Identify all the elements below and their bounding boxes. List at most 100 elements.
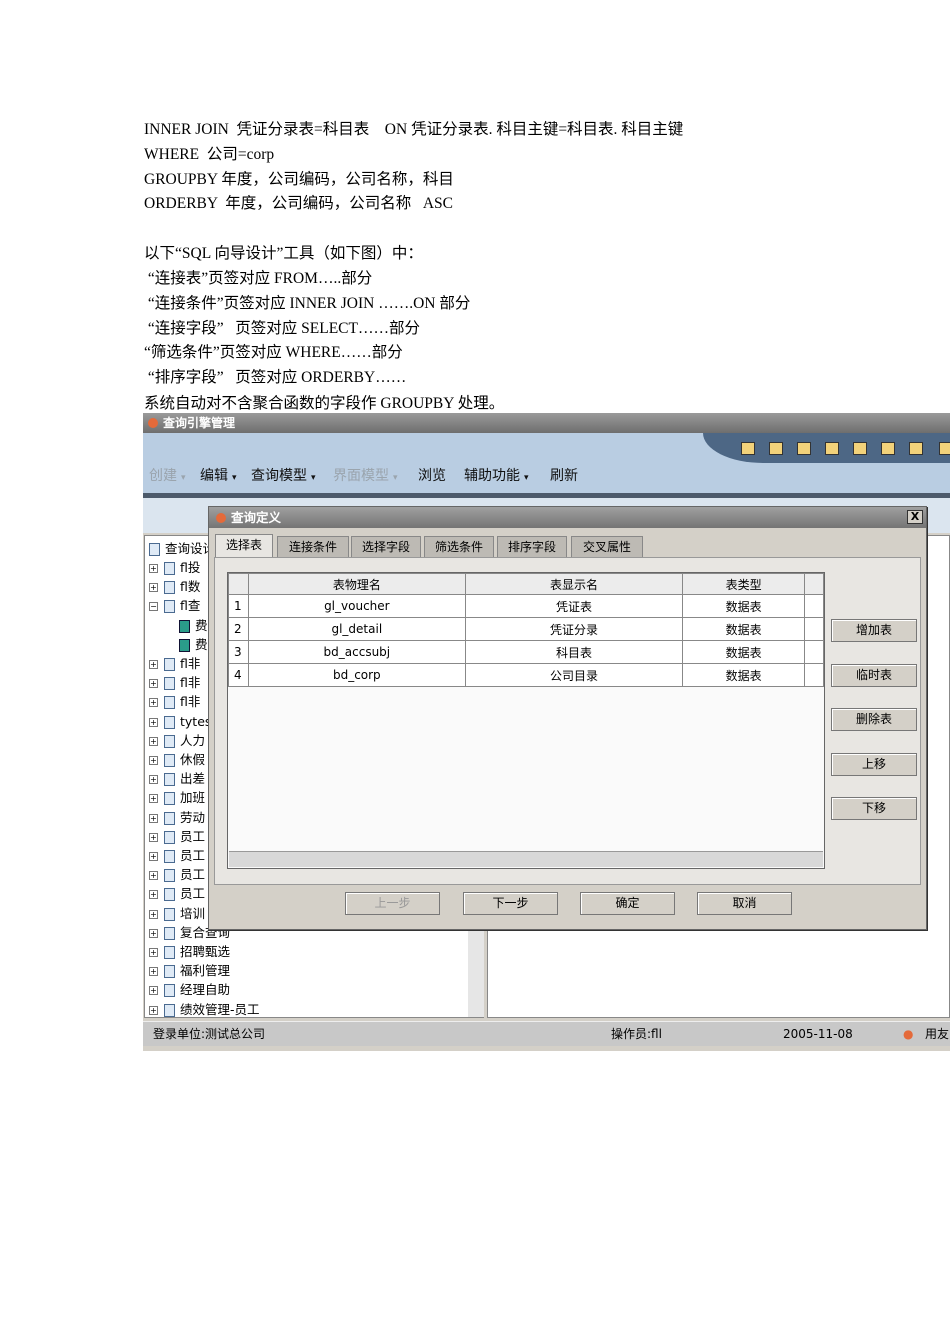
tab-4[interactable]: 排序字段: [497, 536, 567, 557]
expand-icon[interactable]: +: [149, 852, 158, 861]
close-button[interactable]: X: [907, 510, 923, 524]
expand-icon[interactable]: +: [149, 1005, 158, 1015]
expand-icon[interactable]: +: [149, 909, 158, 919]
tree-item[interactable]: + 休假: [149, 750, 205, 769]
table-cell[interactable]: 数据表: [682, 663, 806, 687]
tree-item[interactable]: + 人力: [149, 731, 205, 750]
expand-icon[interactable]: +: [149, 948, 158, 957]
tree-item[interactable]: − fl查: [149, 596, 200, 615]
table-cell[interactable]: gl_voucher: [247, 594, 466, 618]
tab-0[interactable]: 选择表: [215, 534, 273, 557]
expand-icon[interactable]: +: [149, 813, 158, 823]
table-cell[interactable]: bd_accsubj: [247, 640, 466, 664]
table-cell[interactable]: 1: [228, 594, 249, 618]
table-cell[interactable]: 4: [228, 663, 249, 687]
expand-icon[interactable]: +: [149, 583, 158, 593]
toolbar-icon[interactable]: [825, 442, 839, 455]
expand-icon[interactable]: +: [149, 928, 158, 938]
tree-item[interactable]: + 劳动: [149, 808, 205, 827]
tree-item[interactable]: + 培训: [149, 904, 205, 923]
expand-icon[interactable]: +: [149, 698, 158, 708]
tree-item[interactable]: + fl数: [149, 577, 200, 596]
table-cell[interactable]: 3: [228, 640, 249, 664]
expand-icon[interactable]: +: [149, 717, 158, 727]
toolbar-icon[interactable]: [741, 442, 755, 455]
toolbar-icon[interactable]: [939, 442, 950, 455]
tab-3[interactable]: 筛选条件: [424, 536, 494, 557]
table-cell[interactable]: 数据表: [682, 640, 806, 664]
expand-icon[interactable]: +: [149, 871, 158, 881]
tree-item[interactable]: + fl非: [149, 692, 200, 711]
toolbar-icon[interactable]: [909, 442, 923, 455]
expand-icon[interactable]: +: [149, 660, 158, 669]
column-header[interactable]: 表物理名: [247, 573, 466, 595]
menu-0[interactable]: 创建 ▾: [149, 465, 186, 485]
table-row[interactable]: 4 bd_corp 公司目录 数据表: [228, 663, 824, 687]
table-cell[interactable]: 数据表: [682, 617, 806, 641]
menu-2[interactable]: 查询模型 ▾: [251, 465, 316, 485]
table-cell[interactable]: bd_corp: [247, 663, 466, 687]
tree-item[interactable]: + 经理自助: [149, 980, 230, 999]
horizontal-scrollbar[interactable]: [229, 851, 823, 867]
tree-item[interactable]: + tytes: [149, 712, 211, 731]
tree-item[interactable]: + 加班: [149, 788, 205, 807]
tab-5[interactable]: 交叉属性: [571, 536, 643, 557]
menu-6[interactable]: 刷新: [550, 465, 578, 485]
bottom-button-2[interactable]: 确定: [580, 892, 675, 915]
expand-icon[interactable]: +: [149, 756, 158, 765]
column-header[interactable]: 表类型: [682, 573, 806, 595]
expand-icon[interactable]: +: [149, 564, 158, 573]
table-cell[interactable]: gl_detail: [247, 617, 466, 641]
menu-4[interactable]: 浏览: [418, 465, 446, 485]
tab-2[interactable]: 选择字段: [351, 536, 421, 557]
table-cell[interactable]: 2: [228, 617, 249, 641]
tree-item[interactable]: + 员工: [149, 884, 205, 903]
side-button-0[interactable]: 增加表: [831, 619, 917, 642]
expand-icon[interactable]: +: [149, 794, 158, 804]
menu-3[interactable]: 界面模型 ▾: [333, 465, 398, 485]
table-row[interactable]: 1 gl_voucher 凭证表 数据表: [228, 594, 824, 618]
table-row[interactable]: 2 gl_detail 凭证分录 数据表: [228, 617, 824, 641]
toolbar-icon[interactable]: [769, 442, 783, 455]
expand-icon[interactable]: +: [149, 775, 158, 785]
tree-item[interactable]: + 员工: [149, 846, 205, 865]
expand-icon[interactable]: +: [149, 832, 158, 842]
table-cell[interactable]: 数据表: [682, 594, 806, 618]
side-button-4[interactable]: 下移: [831, 797, 917, 820]
table-cell[interactable]: 科目表: [464, 640, 684, 664]
menu-1[interactable]: 编辑 ▾: [200, 465, 237, 485]
tree-root[interactable]: 查询设计: [149, 539, 215, 558]
table-cell[interactable]: 凭证分录: [464, 617, 684, 641]
expand-icon[interactable]: +: [149, 736, 158, 746]
expand-icon[interactable]: +: [149, 967, 158, 977]
expand-icon[interactable]: +: [149, 679, 158, 689]
tree-item[interactable]: + 出差: [149, 769, 205, 788]
tree-item[interactable]: + 员工: [149, 865, 205, 884]
side-button-2[interactable]: 删除表: [831, 708, 917, 731]
tree-item[interactable]: + 招聘甄选: [149, 942, 230, 961]
table-cell[interactable]: 凭证表: [464, 594, 684, 618]
table-row[interactable]: 3 bd_accsubj 科目表 数据表: [228, 640, 824, 664]
toolbar-icon[interactable]: [797, 442, 811, 455]
tree-item[interactable]: 费: [179, 616, 208, 635]
tree-item[interactable]: + 福利管理: [149, 961, 230, 980]
tree-item[interactable]: + 员工: [149, 827, 205, 846]
bottom-button-3[interactable]: 取消: [697, 892, 792, 915]
tree-item[interactable]: + fl非: [149, 673, 200, 692]
tree-item[interactable]: 费: [179, 635, 208, 654]
toolbar-icon[interactable]: [853, 442, 867, 455]
side-button-1[interactable]: 临时表: [831, 663, 917, 687]
side-button-3[interactable]: 上移: [831, 752, 917, 776]
tree-item[interactable]: + fl非: [149, 654, 200, 673]
expand-icon[interactable]: +: [149, 986, 158, 996]
toolbar-icon[interactable]: [881, 442, 895, 455]
tab-1[interactable]: 连接条件: [277, 536, 349, 557]
menu-5[interactable]: 辅助功能 ▾: [464, 465, 529, 485]
expand-icon[interactable]: +: [149, 890, 158, 900]
bottom-button-1[interactable]: 下一步: [463, 892, 558, 915]
bottom-button-0[interactable]: 上一步: [345, 892, 440, 915]
table-cell[interactable]: 公司目录: [464, 663, 684, 687]
column-header[interactable]: 表显示名: [464, 573, 684, 595]
tree-item[interactable]: + 绩效管理-员工: [149, 1000, 260, 1019]
tree-item[interactable]: + fl投: [149, 558, 200, 577]
